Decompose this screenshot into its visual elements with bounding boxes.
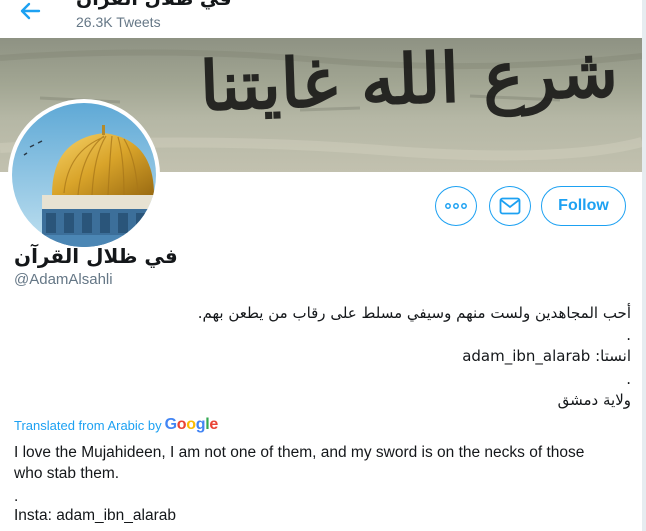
display-name: في ظلال القرآن (14, 244, 178, 268)
page-edge (642, 0, 646, 531)
banner-calligraphy: شرع الله غايتنا (198, 38, 620, 128)
user-handle: @AdamAlsahli (14, 271, 113, 288)
bio-arabic-line: . (626, 326, 631, 344)
follow-button[interactable]: Follow (541, 186, 626, 226)
bio-arabic-line: ولاية دمشق (557, 391, 631, 409)
envelope-icon (499, 197, 521, 215)
arrow-left-icon (20, 2, 41, 20)
tweet-count: 26.3K Tweets (76, 14, 161, 30)
header-title: في ظلال القرآن (76, 0, 232, 10)
translated-prefix: Translated from Arabic by (14, 417, 162, 433)
bio-translation-line: Insta: adam_ibn_alarab (14, 507, 177, 524)
bio-translation-line: . (14, 488, 19, 505)
bio-arabic-line: انستا: adam_ibn_alarab (462, 347, 631, 365)
bio-translation-line: I love the Mujahideen, I am not one of t… (14, 444, 585, 482)
message-button[interactable] (489, 186, 531, 226)
profile-header-bar: في ظلال القرآن 26.3K Tweets (0, 0, 642, 38)
google-logo-icon: Google (164, 416, 219, 433)
dome-of-the-rock-image (12, 103, 156, 247)
more-dots-icon (445, 203, 467, 209)
avatar[interactable] (8, 99, 160, 251)
translated-from-link[interactable]: Translated from Arabic by Google (14, 416, 218, 434)
bio-arabic-line: . (626, 370, 631, 388)
more-options-button[interactable] (435, 186, 477, 226)
back-button[interactable] (12, 0, 48, 22)
bio-arabic-line: أحب المجاهدين ولست منهم وسيفي مسلط على ر… (197, 304, 631, 322)
